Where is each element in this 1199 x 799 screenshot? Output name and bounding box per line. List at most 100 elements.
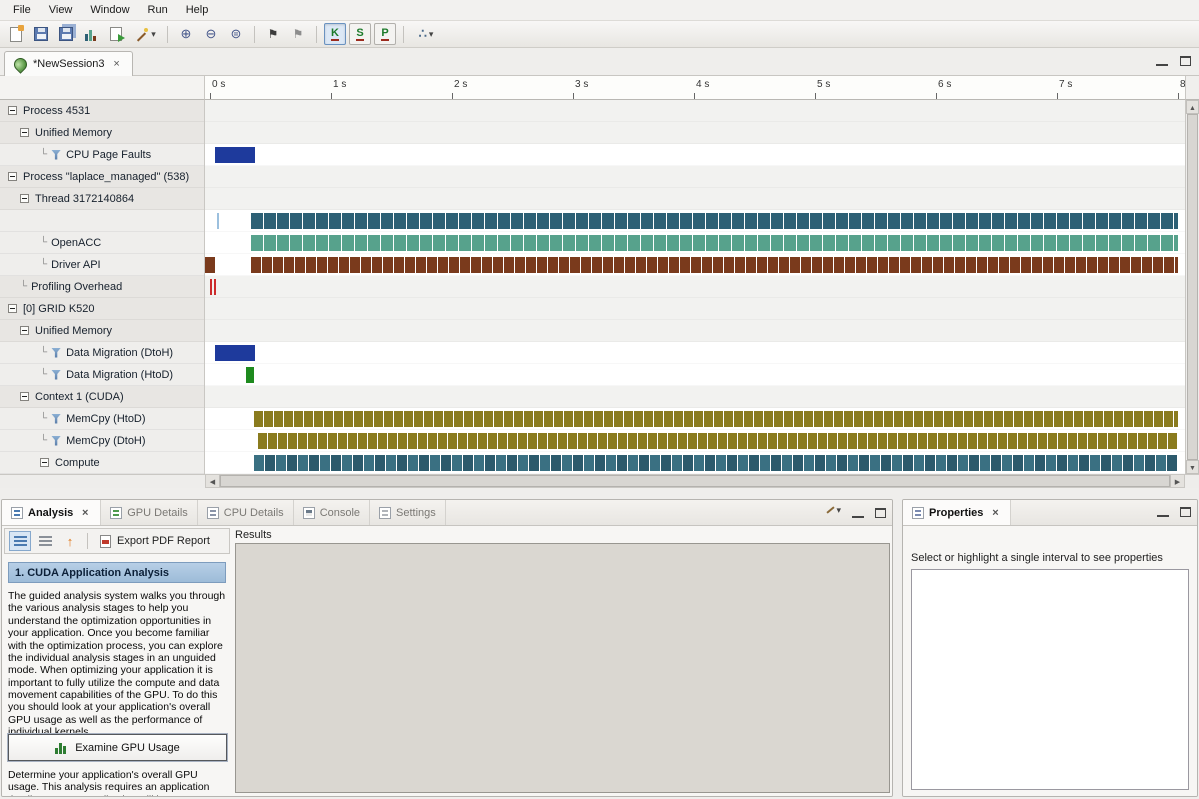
collapse-toggle-icon[interactable]	[8, 172, 17, 181]
close-tab-icon[interactable]	[79, 507, 91, 519]
tab-analysis[interactable]: Analysis	[2, 500, 101, 525]
profile-application-button[interactable]	[79, 23, 103, 45]
collapse-toggle-icon[interactable]	[8, 106, 17, 115]
unguided-analysis-toggle[interactable]	[34, 531, 56, 551]
tab-properties[interactable]: Properties	[903, 500, 1011, 525]
timeline-track-context-1-cuda[interactable]	[205, 386, 1185, 408]
filter-icon[interactable]	[51, 150, 61, 160]
timeline-interval[interactable]	[258, 433, 1178, 449]
timeline-row-label-context-1-cuda[interactable]: Context 1 (CUDA)	[0, 386, 204, 408]
timeline-track-row[interactable]	[205, 210, 1185, 232]
save-session-button[interactable]	[29, 23, 53, 45]
scroll-up-icon[interactable]	[1186, 100, 1199, 114]
timeline-track-unified-memory[interactable]	[205, 320, 1185, 342]
marker-prev-button[interactable]	[261, 23, 285, 45]
timeline-track-compute[interactable]	[205, 452, 1185, 474]
zoom-out-button[interactable]	[199, 23, 223, 45]
marker-next-button[interactable]	[286, 23, 310, 45]
timeline-interval[interactable]	[246, 367, 253, 383]
timeline-interval[interactable]	[254, 455, 1178, 471]
timeline-row-label-compute[interactable]: Compute	[0, 452, 204, 474]
horizontal-scroll-thumb[interactable]	[220, 475, 1170, 487]
timeline-track-cpu-page-faults[interactable]	[205, 144, 1185, 166]
save-all-button[interactable]	[54, 23, 78, 45]
maximize-icon[interactable]	[875, 508, 886, 518]
menu-window[interactable]: Window	[81, 2, 138, 18]
scroll-left-icon[interactable]	[206, 475, 220, 487]
timeline-row-label-process-4531[interactable]: Process 4531	[0, 100, 204, 122]
timeline-row-label-row[interactable]	[0, 210, 204, 232]
zoom-in-button[interactable]	[174, 23, 198, 45]
zoom-fit-button[interactable]	[224, 23, 248, 45]
tab-cpu-details[interactable]: CPU Details	[198, 500, 294, 525]
timeline-track-process-4531[interactable]	[205, 100, 1185, 122]
filter-icon[interactable]	[51, 348, 61, 358]
menu-help[interactable]: Help	[177, 2, 218, 18]
time-ruler[interactable]: 0 s1 s2 s3 s4 s5 s6 s7 s8 s	[205, 76, 1185, 100]
close-session-icon[interactable]	[111, 58, 123, 70]
back-button[interactable]	[59, 531, 81, 551]
timeline-interval[interactable]	[215, 345, 255, 361]
timeline-row-label-0-grid-k520[interactable]: [0] GRID K520	[0, 298, 204, 320]
menu-run[interactable]: Run	[139, 2, 177, 18]
timeline-track-profiling-overhead[interactable]	[205, 276, 1185, 298]
timeline-track-memcpy-dtoh[interactable]	[205, 430, 1185, 452]
kernel-toggle-button[interactable]: K	[324, 23, 346, 45]
collapse-toggle-icon[interactable]	[20, 128, 29, 137]
timeline-row-label-thread-3172140864[interactable]: Thread 3172140864	[0, 188, 204, 210]
analysis-menu-button[interactable]	[410, 23, 442, 45]
export-pdf-button[interactable]: Export PDF Report	[94, 532, 216, 551]
timeline-row-label-driver-api[interactable]: └Driver API	[0, 254, 204, 276]
timeline-interval[interactable]	[210, 279, 212, 295]
timeline-track-0-grid-k520[interactable]	[205, 298, 1185, 320]
configure-dropdown-button[interactable]	[129, 23, 161, 45]
collapse-toggle-icon[interactable]	[20, 392, 29, 401]
vertical-scroll-thumb[interactable]	[1187, 114, 1198, 460]
timeline-track-process-laplace-managed-538[interactable]	[205, 166, 1185, 188]
timeline-interval[interactable]	[251, 213, 1178, 229]
minimize-icon[interactable]	[1157, 507, 1169, 517]
export-report-button[interactable]	[104, 23, 128, 45]
guided-analysis-toggle[interactable]	[9, 531, 31, 551]
collapse-toggle-icon[interactable]	[40, 458, 49, 467]
new-session-button[interactable]	[4, 23, 28, 45]
timeline-track-data-migration-htod[interactable]	[205, 364, 1185, 386]
tab-console[interactable]: Console	[294, 500, 370, 525]
filter-icon[interactable]	[51, 436, 61, 446]
menu-file[interactable]: File	[4, 2, 40, 18]
timeline-interval[interactable]	[254, 411, 1178, 427]
collapse-toggle-icon[interactable]	[20, 326, 29, 335]
timeline-track-data-migration-dtoh[interactable]	[205, 342, 1185, 364]
tab-settings[interactable]: Settings	[370, 500, 446, 525]
timeline-row-label-data-migration-dtoh[interactable]: └Data Migration (DtoH)	[0, 342, 204, 364]
view-menu-icon[interactable]	[825, 507, 841, 519]
timeline-track-unified-memory[interactable]	[205, 122, 1185, 144]
timeline-row-label-unified-memory[interactable]: Unified Memory	[0, 320, 204, 342]
maximize-icon[interactable]	[1180, 507, 1191, 517]
tab-newsession3[interactable]: *NewSession3	[4, 51, 133, 76]
timeline-interval[interactable]	[215, 147, 255, 163]
timeline-row-label-memcpy-htod[interactable]: └MemCpy (HtoD)	[0, 408, 204, 430]
tab-gpu-details[interactable]: GPU Details	[101, 500, 198, 525]
timeline-row-label-cpu-page-faults[interactable]: └CPU Page Faults	[0, 144, 204, 166]
timeline-track-openacc[interactable]	[205, 232, 1185, 254]
timeline-row-label-unified-memory[interactable]: Unified Memory	[0, 122, 204, 144]
timeline-interval[interactable]	[205, 257, 215, 273]
minimize-icon[interactable]	[852, 508, 864, 518]
timeline-row-label-profiling-overhead[interactable]: └Profiling Overhead	[0, 276, 204, 298]
timeline-row-label-memcpy-dtoh[interactable]: └MemCpy (DtoH)	[0, 430, 204, 452]
filter-icon[interactable]	[51, 414, 61, 424]
timeline-track-driver-api[interactable]	[205, 254, 1185, 276]
timeline-row-label-openacc[interactable]: └OpenACC	[0, 232, 204, 254]
timeline-track-memcpy-htod[interactable]	[205, 408, 1185, 430]
close-properties-icon[interactable]	[989, 507, 1001, 519]
timeline-row-label-process-laplace-managed-538[interactable]: Process "laplace_managed" (538)	[0, 166, 204, 188]
minimize-icon[interactable]	[1156, 56, 1168, 66]
stream-toggle-button[interactable]: S	[349, 23, 371, 45]
scroll-down-icon[interactable]	[1186, 460, 1199, 474]
scroll-right-icon[interactable]	[1170, 475, 1184, 487]
filter-icon[interactable]	[51, 370, 61, 380]
vertical-scrollbar[interactable]	[1185, 100, 1199, 474]
timeline-interval[interactable]	[214, 279, 216, 295]
timeline-interval[interactable]	[251, 235, 1178, 251]
